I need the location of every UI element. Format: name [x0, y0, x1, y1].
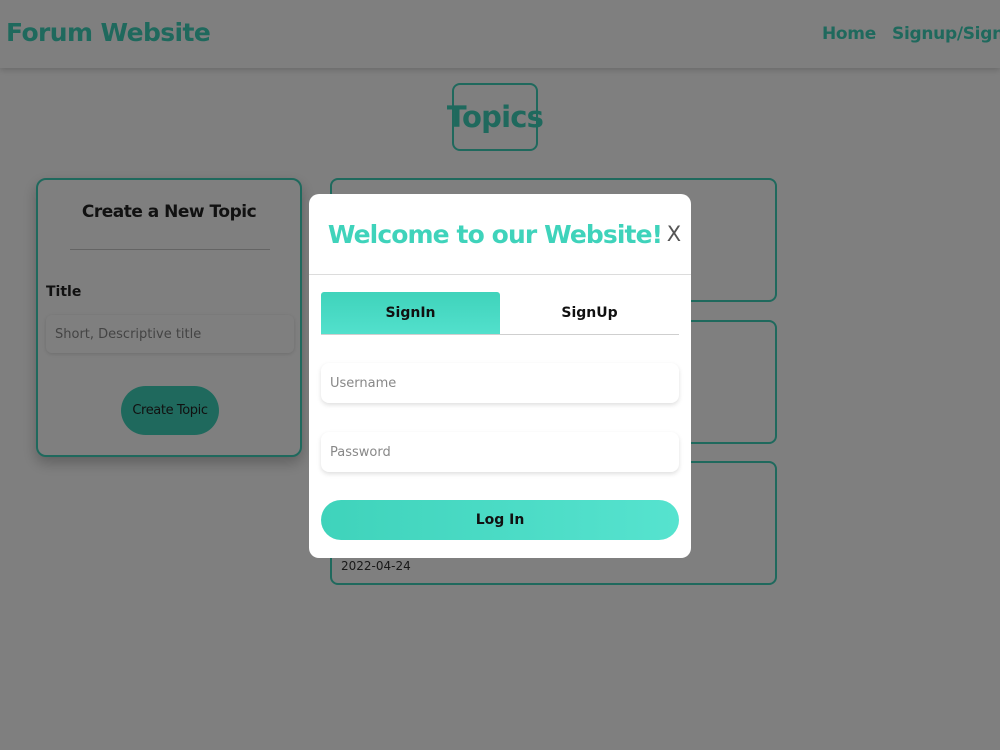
modal-divider	[309, 274, 691, 275]
tab-signup[interactable]: SignUp	[500, 292, 679, 334]
login-button[interactable]: Log In	[321, 500, 679, 540]
close-icon[interactable]: X	[663, 222, 685, 246]
signin-modal: Welcome to our Website! X SignIn SignUp …	[309, 194, 691, 558]
modal-title: Welcome to our Website!	[327, 220, 663, 249]
username-input[interactable]	[321, 363, 679, 403]
tab-signin[interactable]: SignIn	[321, 292, 500, 334]
auth-tabs: SignIn SignUp	[321, 292, 679, 335]
password-input[interactable]	[321, 432, 679, 472]
